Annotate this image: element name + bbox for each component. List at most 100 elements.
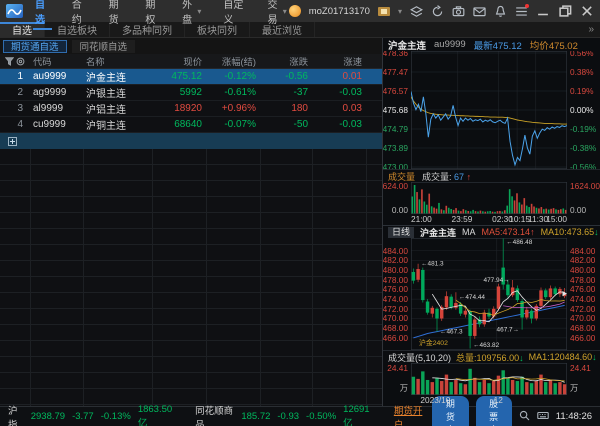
status-bar: 沪指 2938.79 -3.77 -0.13% 1863.50亿 同花顺商品 1… bbox=[0, 396, 600, 426]
down-arrow-icon: ↓ bbox=[519, 352, 524, 363]
col-price[interactable]: 现价 bbox=[152, 54, 206, 68]
kline-yaxis-left: 484.00 482.00 480.00 478.00 476.00 474.00 472.… bbox=[383, 245, 408, 343]
table-row[interactable]: 2 ag9999 沪银主连 5992 -0.61% -37 -0.03 bbox=[0, 85, 382, 101]
col-chg[interactable]: 涨跌 bbox=[260, 54, 312, 68]
menu-futures[interactable]: 期货 bbox=[107, 0, 126, 29]
intraday-time-axis: 21:00 23:59 02:30 10:15 11:30 15:00 bbox=[411, 214, 567, 224]
index1-chg: -3.77 bbox=[72, 411, 94, 422]
col-name[interactable]: 名称 bbox=[83, 54, 152, 68]
subtab-futures-watchlist[interactable]: 期货通自选 bbox=[3, 39, 67, 53]
notification-dot bbox=[525, 4, 529, 8]
intraday-yaxis-right: 0.56% 0.38% 0.19% 0.00% -0.19% -0.38% -0.56% bbox=[570, 51, 597, 169]
up-arrow-icon: ↑ bbox=[466, 171, 472, 182]
menu-options[interactable]: 期权 bbox=[143, 0, 162, 29]
index2-chg: -0.93 bbox=[277, 411, 300, 422]
up-arrow-icon: ↑ bbox=[530, 227, 535, 237]
svg-text:477.94→: 477.94→ bbox=[484, 277, 510, 284]
user-level-badge bbox=[377, 6, 390, 16]
table-row[interactable]: 1 au9999 沪金主连 475.12 -0.12% -0.56 0.01 bbox=[0, 69, 382, 85]
menu-contracts[interactable]: 合约 bbox=[70, 0, 89, 29]
ma10-value: MA10:473.65↓ bbox=[540, 227, 599, 237]
period-tab[interactable]: 日线 bbox=[388, 226, 415, 238]
kline-volume-header: 成交量(5,10,20) 总量:109756.00↓ MA1:120484.60… bbox=[383, 350, 600, 363]
close-button[interactable] bbox=[580, 5, 594, 17]
index2-name[interactable]: 同花顺商品 bbox=[195, 403, 234, 426]
index1-name[interactable]: 沪指 bbox=[8, 403, 24, 426]
watchlist-subtabs: 期货通自选 同花顺自选 bbox=[0, 38, 382, 54]
svg-text:←474.44: ←474.44 bbox=[459, 294, 486, 301]
subtab-ths-watchlist[interactable]: 同花顺自选 bbox=[71, 39, 136, 53]
open-futures-account-link[interactable]: 期货开户 bbox=[394, 403, 425, 426]
ma-label: MA bbox=[462, 227, 476, 237]
instrument-name[interactable]: 沪金主连 bbox=[388, 38, 426, 52]
intraday-volume-chart[interactable] bbox=[411, 182, 567, 214]
svg-text:←463.82: ←463.82 bbox=[473, 342, 500, 349]
app-logo-icon[interactable] bbox=[6, 4, 23, 18]
kline-yaxis-right: 484.00 482.00 480.00 478.00 476.00 474.00 472.… bbox=[570, 245, 596, 343]
menu-watchlist[interactable]: 自选 bbox=[33, 0, 52, 30]
tabs-overflow-icon[interactable] bbox=[582, 22, 600, 37]
ma5-value: MA5:473.14↑ bbox=[481, 227, 535, 237]
down-arrow-icon: ↓ bbox=[592, 352, 597, 362]
last-price: 最新475.12 bbox=[473, 40, 522, 52]
user-avatar[interactable] bbox=[288, 5, 301, 17]
mail-icon[interactable] bbox=[473, 5, 486, 17]
app-window: 自选 合约 期货 期权 外盘 自定义 交易 moZ01713170 自选 自选板… bbox=[0, 0, 600, 426]
instrument-code: au9999 bbox=[434, 39, 466, 50]
svg-text:沪金2402: 沪金2402 bbox=[419, 338, 448, 347]
minimize-button[interactable] bbox=[536, 5, 550, 17]
intraday-chart[interactable] bbox=[411, 51, 567, 169]
add-instrument-row[interactable] bbox=[0, 133, 382, 149]
menu-trade[interactable]: 交易 bbox=[266, 0, 289, 29]
kline-date-axis: 2023/10 12 bbox=[420, 395, 503, 405]
svg-text:←486.48: ←486.48 bbox=[506, 239, 533, 246]
down-arrow-icon: ↓ bbox=[594, 227, 599, 237]
quote-header: 沪金主连 au9999 最新475.12 均价475.02 bbox=[383, 38, 600, 52]
index1-price: 2938.79 bbox=[30, 411, 66, 422]
svg-text:←481.3: ←481.3 bbox=[421, 261, 444, 268]
multi-screen-icon[interactable] bbox=[410, 5, 423, 17]
keyboard-icon[interactable] bbox=[536, 410, 549, 424]
kvol-ma1: MA1:120484.60↓ bbox=[528, 352, 597, 362]
menu-overseas[interactable]: 外盘 bbox=[180, 0, 203, 29]
kline-chart[interactable]: ←481.3 ←486.48 ←474.44 ←467.3 ←463.82 477.94→… bbox=[411, 238, 567, 350]
kvol-label[interactable]: 成交量(5,10,20) bbox=[388, 351, 451, 363]
menu-custom[interactable]: 自定义 bbox=[221, 0, 247, 29]
kline-volume-chart[interactable] bbox=[411, 363, 567, 395]
search-icon[interactable] bbox=[519, 410, 530, 424]
col-pct[interactable]: 涨幅(结) bbox=[206, 54, 260, 68]
menu-bar-right: moZ01713170 bbox=[288, 4, 594, 17]
caret-down-icon bbox=[197, 6, 201, 17]
volume-readout: 成交量: 67 ↑ bbox=[422, 171, 472, 182]
settings-gear-icon[interactable] bbox=[16, 57, 25, 66]
kline-header: 日线 沪金主连 MA MA5:473.14↑ MA10:473.65↓ MA20… bbox=[383, 225, 600, 238]
avg-price: 均价475.02 bbox=[529, 40, 578, 52]
user-menu-caret-icon[interactable] bbox=[398, 6, 402, 17]
kvol-yaxis-left: 24.41 万 bbox=[387, 363, 408, 393]
username[interactable]: moZ01713170 bbox=[309, 6, 370, 17]
table-row[interactable]: 4 cu9999 沪铜主连 68640 -0.07% -50 -0.03 bbox=[0, 117, 382, 133]
menu-list-icon[interactable] bbox=[515, 4, 529, 17]
intraday-vol-yaxis-right: 1624.00 0.00 bbox=[570, 182, 600, 214]
intraday-yaxis-left: 478.36 477.47 476.57 475.68 474.79 473.89 473.… bbox=[383, 51, 408, 169]
index2-pct: -0.50% bbox=[306, 411, 337, 422]
index1-amount: 1863.50亿 bbox=[137, 404, 173, 426]
caret-down-icon bbox=[283, 6, 287, 17]
svg-text:467.7→: 467.7→ bbox=[497, 327, 520, 334]
clock-time: 11:48:26 bbox=[555, 411, 593, 422]
table-row[interactable]: 3 al9999 沪铝主连 18920 +0.96% 180 0.03 bbox=[0, 101, 382, 117]
restore-button[interactable] bbox=[558, 5, 572, 17]
col-speed[interactable]: 涨速 bbox=[312, 54, 366, 68]
col-code[interactable]: 代码 bbox=[30, 54, 83, 68]
bell-icon[interactable] bbox=[494, 5, 507, 17]
index1-pct: -0.13% bbox=[100, 411, 131, 422]
refresh-icon[interactable] bbox=[431, 4, 444, 17]
empty-grid bbox=[0, 149, 382, 406]
main-area: 期货通自选 同花顺自选 代码 名称 现价 涨幅(结) 涨跌 涨速 1 au999… bbox=[0, 38, 600, 406]
volume-tab[interactable]: 成交量 bbox=[388, 170, 415, 183]
table-header: 代码 名称 现价 涨幅(结) 涨跌 涨速 bbox=[0, 54, 382, 69]
filter-icon[interactable] bbox=[5, 56, 14, 66]
index2-amount: 12691亿 bbox=[343, 404, 370, 426]
kvol-total: 总量:109756.00↓ bbox=[456, 352, 524, 363]
camera-icon[interactable] bbox=[452, 5, 465, 17]
